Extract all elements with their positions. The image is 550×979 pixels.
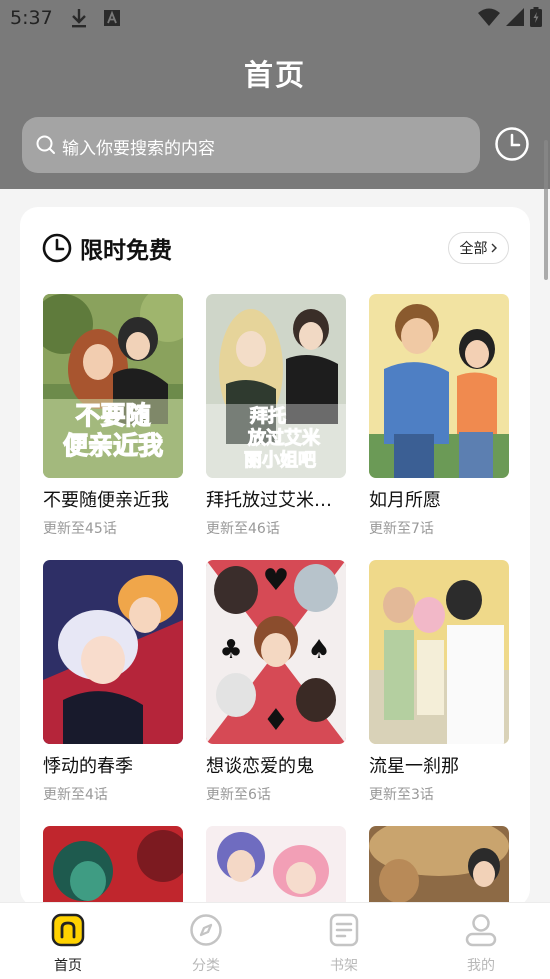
comic-card[interactable]: 流星一刹那 更新至3话 xyxy=(369,560,509,804)
section-header: 限时免费 xyxy=(42,231,172,265)
nav-profile-label: 我的 xyxy=(467,958,495,974)
wifi-icon xyxy=(478,8,500,26)
comic-card[interactable]: 如月所愿 更新至7话 xyxy=(369,294,509,538)
comic-chapter-count: 更新至45话 xyxy=(43,521,117,537)
history-clock-icon[interactable] xyxy=(494,126,530,162)
cover-title-line2: 便亲近我 xyxy=(63,431,163,460)
nav-home[interactable]: 首页 xyxy=(33,913,103,975)
comic-title: 悸动的春季 xyxy=(43,756,133,777)
nav-home-label: 首页 xyxy=(54,958,82,974)
home-icon xyxy=(51,913,85,947)
comic-card[interactable] xyxy=(206,826,346,907)
comic-title: 如月所愿 xyxy=(369,490,441,511)
status-bar: 5:37 xyxy=(0,0,550,38)
status-time: 5:37 xyxy=(10,7,53,29)
profile-icon xyxy=(465,914,497,947)
search-input[interactable]: 输入你要搜索的内容 xyxy=(22,117,480,173)
comic-card[interactable] xyxy=(369,826,509,907)
header: 5:37 首页 输入你要搜索的内容 xyxy=(0,0,550,189)
signal-icon xyxy=(506,8,524,26)
cover-title-line1: 不要随 xyxy=(75,401,150,430)
compass-icon xyxy=(190,914,222,946)
svg-text:♥: ♥ xyxy=(263,563,290,598)
comic-cover[interactable] xyxy=(369,560,509,744)
nav-bookshelf[interactable]: 书架 xyxy=(309,913,379,975)
svg-text:♣: ♣ xyxy=(219,635,242,665)
comic-card[interactable]: ♥ ♣ ♠ ♦ 想谈恋爱的鬼 更新至6话 xyxy=(206,560,346,804)
comic-chapter-count: 更新至3话 xyxy=(369,787,434,803)
bottom-nav: 首页 分类 书架 我的 xyxy=(0,902,550,979)
view-all-label: 全部 xyxy=(459,241,488,257)
comic-chapter-count: 更新至4话 xyxy=(43,787,108,803)
nav-profile[interactable]: 我的 xyxy=(446,913,516,975)
comic-cover[interactable]: 不要随 便亲近我 xyxy=(43,294,183,478)
comic-cover[interactable] xyxy=(43,560,183,744)
nav-category-label: 分类 xyxy=(192,958,220,974)
comic-chapter-count: 更新至6话 xyxy=(206,787,271,803)
battery-icon xyxy=(530,7,542,27)
comic-cover[interactable]: 拜托 放过艾米 丽小姐吧 xyxy=(206,294,346,478)
svg-text:♠: ♠ xyxy=(307,635,330,665)
comic-cover[interactable] xyxy=(369,826,509,907)
cover-title-line1: 拜托 xyxy=(250,405,286,427)
cover-title-line2: 放过艾米 xyxy=(247,427,321,449)
scrollbar[interactable] xyxy=(544,140,548,280)
view-all-button[interactable]: 全部 xyxy=(448,232,509,264)
comic-cover[interactable] xyxy=(43,826,183,907)
search-placeholder: 输入你要搜索的内容 xyxy=(62,139,215,159)
free-section-card: 限时免费 全部 不要随 便亲近我 不要随便亲近我 更新至45话 拜托 放过艾米 … xyxy=(20,207,530,907)
comic-title: 想谈恋爱的鬼 xyxy=(206,756,314,777)
comic-title: 流星一刹那 xyxy=(369,756,459,777)
comic-card[interactable] xyxy=(43,826,183,907)
nav-category[interactable]: 分类 xyxy=(171,913,241,975)
svg-text:♦: ♦ xyxy=(263,703,290,738)
nav-bookshelf-label: 书架 xyxy=(330,958,358,974)
page-title: 首页 xyxy=(243,58,306,92)
section-title: 限时免费 xyxy=(80,238,172,264)
app-a-icon xyxy=(104,10,120,26)
cover-title-line3: 丽小姐吧 xyxy=(244,449,316,471)
comic-title: 拜托放过艾米丽小姐吧 xyxy=(206,490,346,511)
comic-title: 不要随便亲近我 xyxy=(43,490,169,511)
comic-chapter-count: 更新至7话 xyxy=(369,521,434,537)
search-icon xyxy=(36,135,55,154)
comic-cover[interactable]: ♥ ♣ ♠ ♦ xyxy=(206,560,346,744)
clock-icon xyxy=(42,233,72,263)
download-icon xyxy=(72,9,86,28)
comic-chapter-count: 更新至46话 xyxy=(206,521,280,537)
comic-card[interactable]: 悸动的春季 更新至4话 xyxy=(43,560,183,804)
comic-card[interactable]: 拜托 放过艾米 丽小姐吧 拜托放过艾米丽小姐吧 更新至46话 xyxy=(206,294,346,538)
comic-cover[interactable] xyxy=(206,826,346,907)
chevron-right-icon xyxy=(491,243,497,253)
comic-cover[interactable] xyxy=(369,294,509,478)
comic-card[interactable]: 不要随 便亲近我 不要随便亲近我 更新至45话 xyxy=(43,294,183,538)
bookshelf-icon xyxy=(329,913,359,947)
